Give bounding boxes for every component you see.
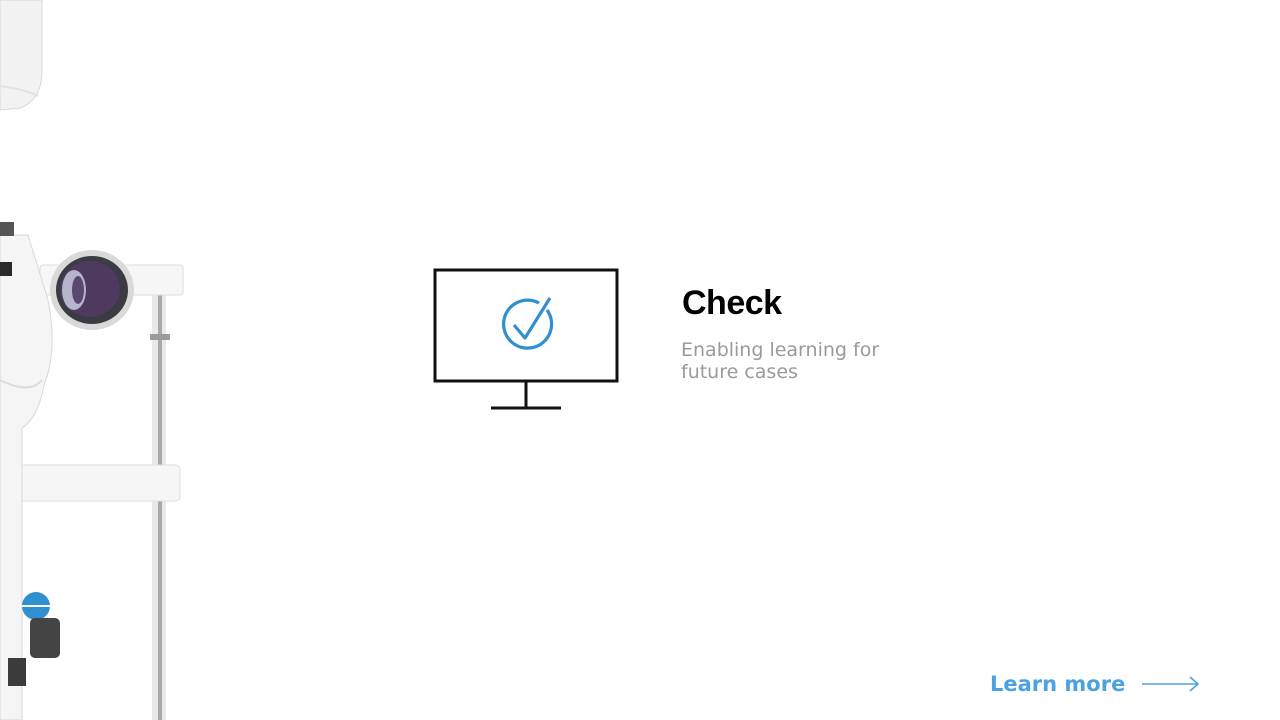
feature-description: Enabling learning for future cases xyxy=(681,339,880,383)
slide: Check Enabling learning for future cases… xyxy=(0,0,1280,720)
learn-more-label: Learn more xyxy=(990,672,1126,696)
monitor-check-icon xyxy=(433,268,619,410)
arrow-right-icon xyxy=(1142,676,1200,692)
learn-more-link[interactable]: Learn more xyxy=(990,672,1201,696)
feature-title: Check xyxy=(682,284,782,322)
slit-lamp-device-image xyxy=(0,0,184,720)
